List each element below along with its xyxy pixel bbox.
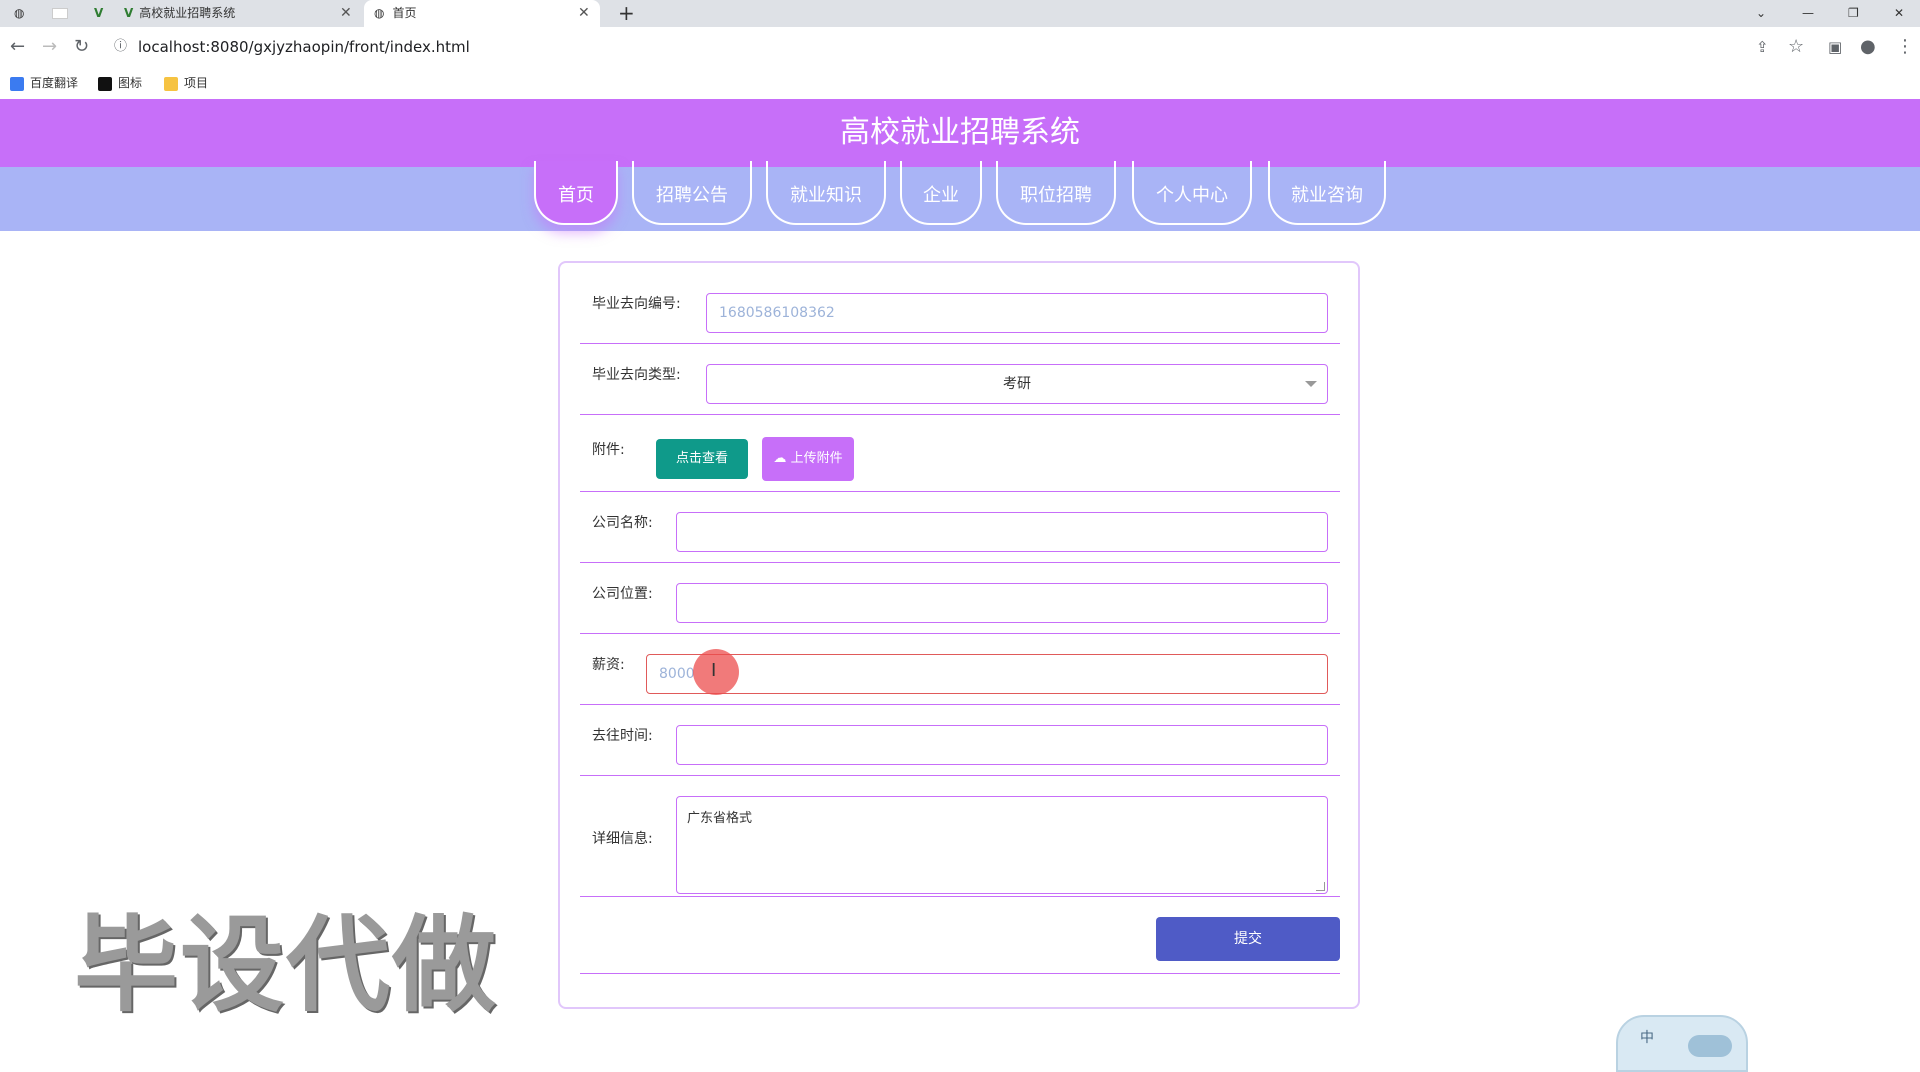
attachment-label: 附件: bbox=[592, 442, 625, 458]
resize-handle-icon[interactable] bbox=[1316, 882, 1325, 891]
browser-toolbar: ← → ↻ ⓘ localhost:8080/gxjyzhaopin/front… bbox=[0, 27, 1920, 67]
profile-icon[interactable]: ● bbox=[1860, 27, 1876, 67]
site-title: 高校就业招聘系统 bbox=[840, 115, 1080, 150]
browser-tab-bar: ◍ V V 高校就业招聘系统 ✕ ◍ 首页 ✕ + ⌄ — ❐ ✕ bbox=[0, 0, 1920, 27]
share-icon[interactable]: ⇪ bbox=[1756, 27, 1769, 67]
ime-toggle-icon bbox=[1688, 1035, 1732, 1057]
tab-home[interactable]: ◍ 首页 ✕ bbox=[364, 0, 600, 27]
new-tab-button[interactable]: + bbox=[618, 0, 635, 27]
chevron-down-icon[interactable]: ⌄ bbox=[1756, 0, 1766, 27]
text-cursor-icon: I bbox=[711, 660, 717, 681]
form-row-detail: 详细信息: 广东省格式 bbox=[580, 776, 1340, 897]
vue-icon: V bbox=[124, 6, 134, 20]
form-row-company: 公司名称: bbox=[580, 492, 1340, 563]
id-input[interactable]: 1680586108362 bbox=[706, 293, 1328, 333]
nav-home[interactable]: 首页 bbox=[534, 161, 618, 225]
address-bar[interactable]: localhost:8080/gxjyzhaopin/front/index.h… bbox=[138, 27, 470, 67]
watermark-text: 毕设代做 bbox=[74, 904, 499, 1026]
form-row-submit: 提交 bbox=[580, 897, 1340, 974]
vue-tab-icon[interactable]: V bbox=[94, 0, 103, 27]
menu-icon[interactable]: ⋮ bbox=[1896, 27, 1914, 67]
type-select[interactable]: 考研 bbox=[706, 364, 1328, 404]
detail-textarea[interactable]: 广东省格式 bbox=[676, 796, 1328, 894]
translate-icon bbox=[10, 76, 24, 91]
submit-button[interactable]: 提交 bbox=[1156, 917, 1340, 961]
reload-icon[interactable]: ↻ bbox=[74, 27, 89, 67]
location-label: 公司位置: bbox=[592, 586, 653, 602]
image-icon bbox=[98, 76, 112, 91]
view-attachment-button[interactable]: 点击查看 bbox=[656, 439, 748, 479]
info-icon[interactable]: ⓘ bbox=[114, 27, 127, 67]
form-row-attachment: 附件: 点击查看 ☁ 上传附件 bbox=[580, 415, 1340, 492]
form-row-type: 毕业去向类型: 考研 bbox=[580, 344, 1340, 415]
nav-personal-center[interactable]: 个人中心 bbox=[1132, 161, 1252, 225]
form-row-location: 公司位置: bbox=[580, 563, 1340, 634]
window-close-icon[interactable]: ✕ bbox=[1894, 0, 1904, 27]
bookmark-icons[interactable]: 图标 bbox=[98, 67, 142, 99]
main-nav: 首页 招聘公告 就业知识 企业 职位招聘 个人中心 就业咨询 bbox=[0, 161, 1920, 231]
id-label: 毕业去向编号: bbox=[592, 296, 681, 312]
form-card: 毕业去向编号: 1680586108362 毕业去向类型: 考研 附件: 点击查… bbox=[558, 261, 1360, 1009]
form-row-time: 去往时间: bbox=[580, 705, 1340, 776]
type-select-value: 考研 bbox=[1003, 376, 1031, 392]
company-label: 公司名称: bbox=[592, 515, 653, 531]
site-header: 高校就业招聘系统 bbox=[0, 99, 1920, 167]
upload-attachment-button[interactable]: ☁ 上传附件 bbox=[762, 437, 854, 481]
forward-icon[interactable]: → bbox=[42, 27, 57, 67]
ime-widget[interactable]: 中 bbox=[1616, 1015, 1748, 1072]
ime-label: 中 bbox=[1640, 1030, 1654, 1046]
nav-announcements[interactable]: 招聘公告 bbox=[632, 161, 752, 225]
blank-tab-icon[interactable] bbox=[52, 0, 72, 27]
folder-icon bbox=[164, 76, 178, 91]
time-input[interactable] bbox=[676, 725, 1328, 765]
detail-label: 详细信息: bbox=[592, 831, 653, 847]
sidebar-icon[interactable]: ▣ bbox=[1828, 27, 1842, 67]
globe-icon[interactable]: ◍ bbox=[14, 0, 24, 27]
nav-consultation[interactable]: 就业咨询 bbox=[1268, 161, 1386, 225]
type-label: 毕业去向类型: bbox=[592, 367, 681, 383]
chevron-down-icon bbox=[1305, 381, 1317, 387]
bookmark-projects[interactable]: 项目 bbox=[164, 67, 208, 99]
salary-input[interactable]: 8000 bbox=[646, 654, 1328, 694]
company-input[interactable] bbox=[676, 512, 1328, 552]
detail-text: 广东省格式 bbox=[687, 811, 753, 826]
salary-label: 薪资: bbox=[592, 657, 625, 673]
bookmark-baidu-translate[interactable]: 百度翻译 bbox=[10, 67, 78, 99]
back-icon[interactable]: ← bbox=[10, 27, 25, 67]
globe-icon: ◍ bbox=[374, 6, 385, 20]
close-tab-icon[interactable]: ✕ bbox=[340, 0, 352, 27]
time-label: 去往时间: bbox=[592, 728, 653, 744]
form-row-id: 毕业去向编号: 1680586108362 bbox=[580, 263, 1340, 344]
close-tab-icon[interactable]: ✕ bbox=[578, 0, 590, 27]
restore-icon[interactable]: ❐ bbox=[1848, 0, 1859, 27]
nav-employment-knowledge[interactable]: 就业知识 bbox=[766, 161, 886, 225]
nav-job-recruitment[interactable]: 职位招聘 bbox=[996, 161, 1116, 225]
minimize-icon[interactable]: — bbox=[1802, 0, 1814, 27]
bookmarks-bar: 百度翻译 图标 项目 bbox=[0, 67, 1920, 100]
nav-enterprise[interactable]: 企业 bbox=[900, 161, 982, 225]
location-input[interactable] bbox=[676, 583, 1328, 623]
tab-system[interactable]: V 高校就业招聘系统 ✕ bbox=[124, 0, 356, 27]
star-icon[interactable]: ☆ bbox=[1788, 27, 1804, 67]
upload-cloud-icon: ☁ bbox=[773, 451, 787, 466]
